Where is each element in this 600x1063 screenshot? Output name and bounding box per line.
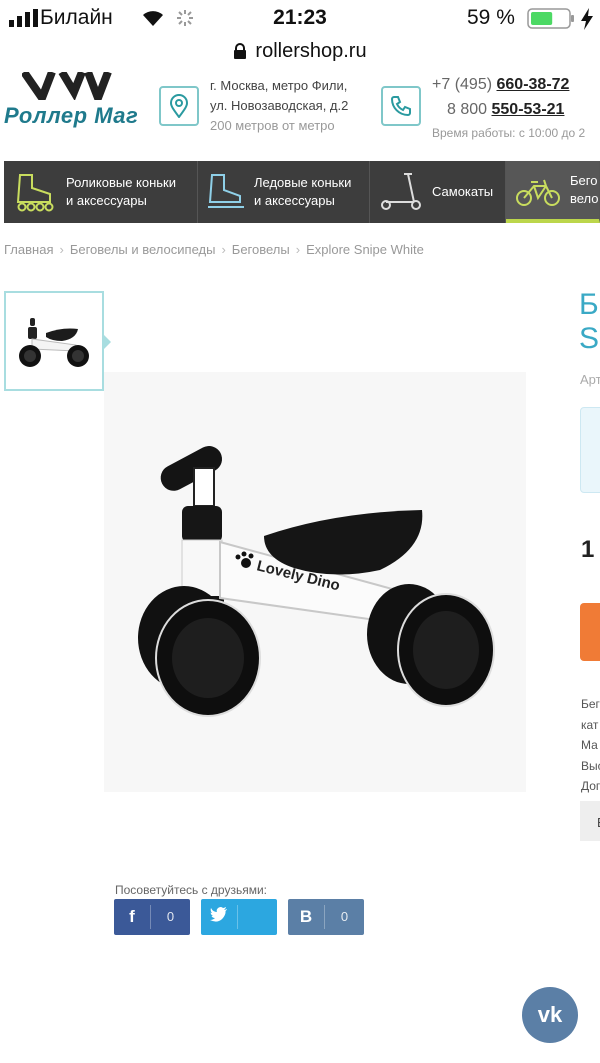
address-line2: ул. Новозаводская, д.2 bbox=[210, 98, 349, 113]
secondary-button[interactable]: Е bbox=[580, 801, 600, 841]
phone-2[interactable]: 8 800 550-53-21 bbox=[447, 98, 564, 122]
rollerskate-icon bbox=[16, 174, 54, 212]
phone-2-prefix: 8 800 bbox=[447, 101, 488, 118]
facebook-icon: f bbox=[129, 907, 135, 926]
nav-label-line1: Ледовые коньки bbox=[254, 175, 352, 190]
share-vk-button[interactable]: В 0 bbox=[288, 899, 364, 935]
nav-item-roller-skates[interactable]: Роликовые коньки и аксессуары bbox=[4, 161, 198, 223]
buy-button[interactable] bbox=[580, 603, 600, 661]
phone-icon bbox=[390, 96, 411, 117]
chevron-right-icon: › bbox=[59, 242, 64, 257]
url-text: rollershop.ru bbox=[255, 40, 367, 62]
vk-logo-icon: vk bbox=[537, 1002, 563, 1027]
iceskate-icon bbox=[208, 174, 244, 208]
phone-1-prefix: +7 (495) bbox=[432, 76, 493, 93]
share-twitter-button[interactable] bbox=[201, 899, 277, 935]
nav-label-line2: вело bbox=[570, 191, 599, 206]
product-title: Б S bbox=[579, 288, 599, 356]
phone-1[interactable]: +7 (495) 660-38-72 bbox=[432, 73, 569, 97]
store-address: г. Москва, метро Фили, ул. Новозаводская… bbox=[210, 76, 348, 136]
location-pin-icon bbox=[169, 94, 189, 118]
product-info-box bbox=[580, 407, 600, 493]
chevron-right-icon: › bbox=[295, 242, 301, 257]
phone-2-number[interactable]: 550-53-21 bbox=[492, 101, 565, 118]
nav-label-line2: и аксессуары bbox=[254, 193, 335, 208]
product-title-line2: S bbox=[579, 322, 600, 355]
nav-label-line2: и аксессуары bbox=[66, 193, 147, 208]
scooter-icon bbox=[381, 173, 421, 210]
description-line: Дог bbox=[581, 779, 600, 793]
battery-percent: 59 % bbox=[467, 6, 515, 29]
share-label: Посоветуйтесь с друзьями: bbox=[115, 883, 267, 897]
share-facebook-button[interactable]: f 0 bbox=[114, 899, 190, 935]
charging-bolt-icon bbox=[581, 8, 593, 30]
breadcrumb-home[interactable]: Главная bbox=[4, 242, 53, 257]
description-line: Выс bbox=[581, 758, 600, 773]
category-nav: Роликовые коньки и аксессуары Ледовые кон… bbox=[4, 161, 600, 223]
product-description: Бег кат Ма Выс Дог bbox=[581, 694, 600, 797]
description-line: Бег bbox=[581, 697, 600, 711]
site-logo[interactable]: Роллер Маг bbox=[4, 103, 138, 129]
description-line: кат bbox=[581, 717, 599, 732]
description-line: Ма bbox=[581, 738, 598, 752]
product-thumbnail[interactable] bbox=[4, 291, 104, 391]
nav-label-line1: Самокаты bbox=[432, 184, 494, 199]
logo-graphic-icon bbox=[22, 72, 112, 100]
nav-label-line1: Бего bbox=[570, 173, 598, 188]
address-bar[interactable]: rollershop.ru bbox=[0, 36, 600, 72]
breadcrumb: Главная › Беговелы и велосипеды › Беговелы › E… bbox=[4, 242, 424, 257]
lock-icon bbox=[234, 43, 247, 60]
nav-item-balance-bikes[interactable]: Бего вело bbox=[506, 161, 600, 223]
phone-button[interactable] bbox=[381, 86, 421, 126]
vk-icon: В bbox=[299, 907, 313, 926]
twitter-icon bbox=[201, 907, 237, 927]
vk-chat-widget[interactable]: vk bbox=[522, 987, 578, 1043]
breadcrumb-category[interactable]: Беговелы и велосипеды bbox=[70, 242, 216, 257]
location-button[interactable] bbox=[159, 86, 199, 126]
breadcrumb-subcategory[interactable]: Беговелы bbox=[232, 242, 290, 257]
nav-label-line1: Роликовые коньки bbox=[66, 175, 177, 190]
share-count bbox=[237, 905, 277, 929]
product-article: Арт bbox=[580, 372, 600, 387]
battery-icon bbox=[527, 8, 574, 29]
product-title-line1: Б bbox=[579, 288, 599, 321]
address-note: 200 метров от метро bbox=[210, 118, 335, 133]
share-count: 0 bbox=[324, 905, 364, 929]
phone-1-number[interactable]: 660-38-72 bbox=[497, 76, 570, 93]
breadcrumb-current: Explore Snipe White bbox=[306, 242, 424, 257]
bicycle-icon bbox=[516, 179, 560, 206]
chevron-right-icon: › bbox=[221, 242, 226, 257]
thumbnail-selected-arrow bbox=[103, 334, 111, 350]
product-main-image[interactable]: Lovely Dino bbox=[104, 372, 526, 792]
product-price: 1 bbox=[581, 536, 595, 563]
nav-item-scooters[interactable]: Самокаты bbox=[370, 161, 506, 223]
status-bar: Билайн 21:23 59 % bbox=[0, 0, 600, 36]
share-count: 0 bbox=[150, 905, 190, 929]
balance-bike-thumbnail-image bbox=[19, 318, 89, 367]
nav-item-ice-skates[interactable]: Ледовые коньки и аксессуары bbox=[198, 161, 370, 223]
address-line1: г. Москва, метро Фили, bbox=[210, 78, 348, 93]
balance-bike-image: Lovely Dino bbox=[138, 446, 495, 717]
working-hours: Время работы: с 10:00 до 2 bbox=[432, 126, 586, 140]
